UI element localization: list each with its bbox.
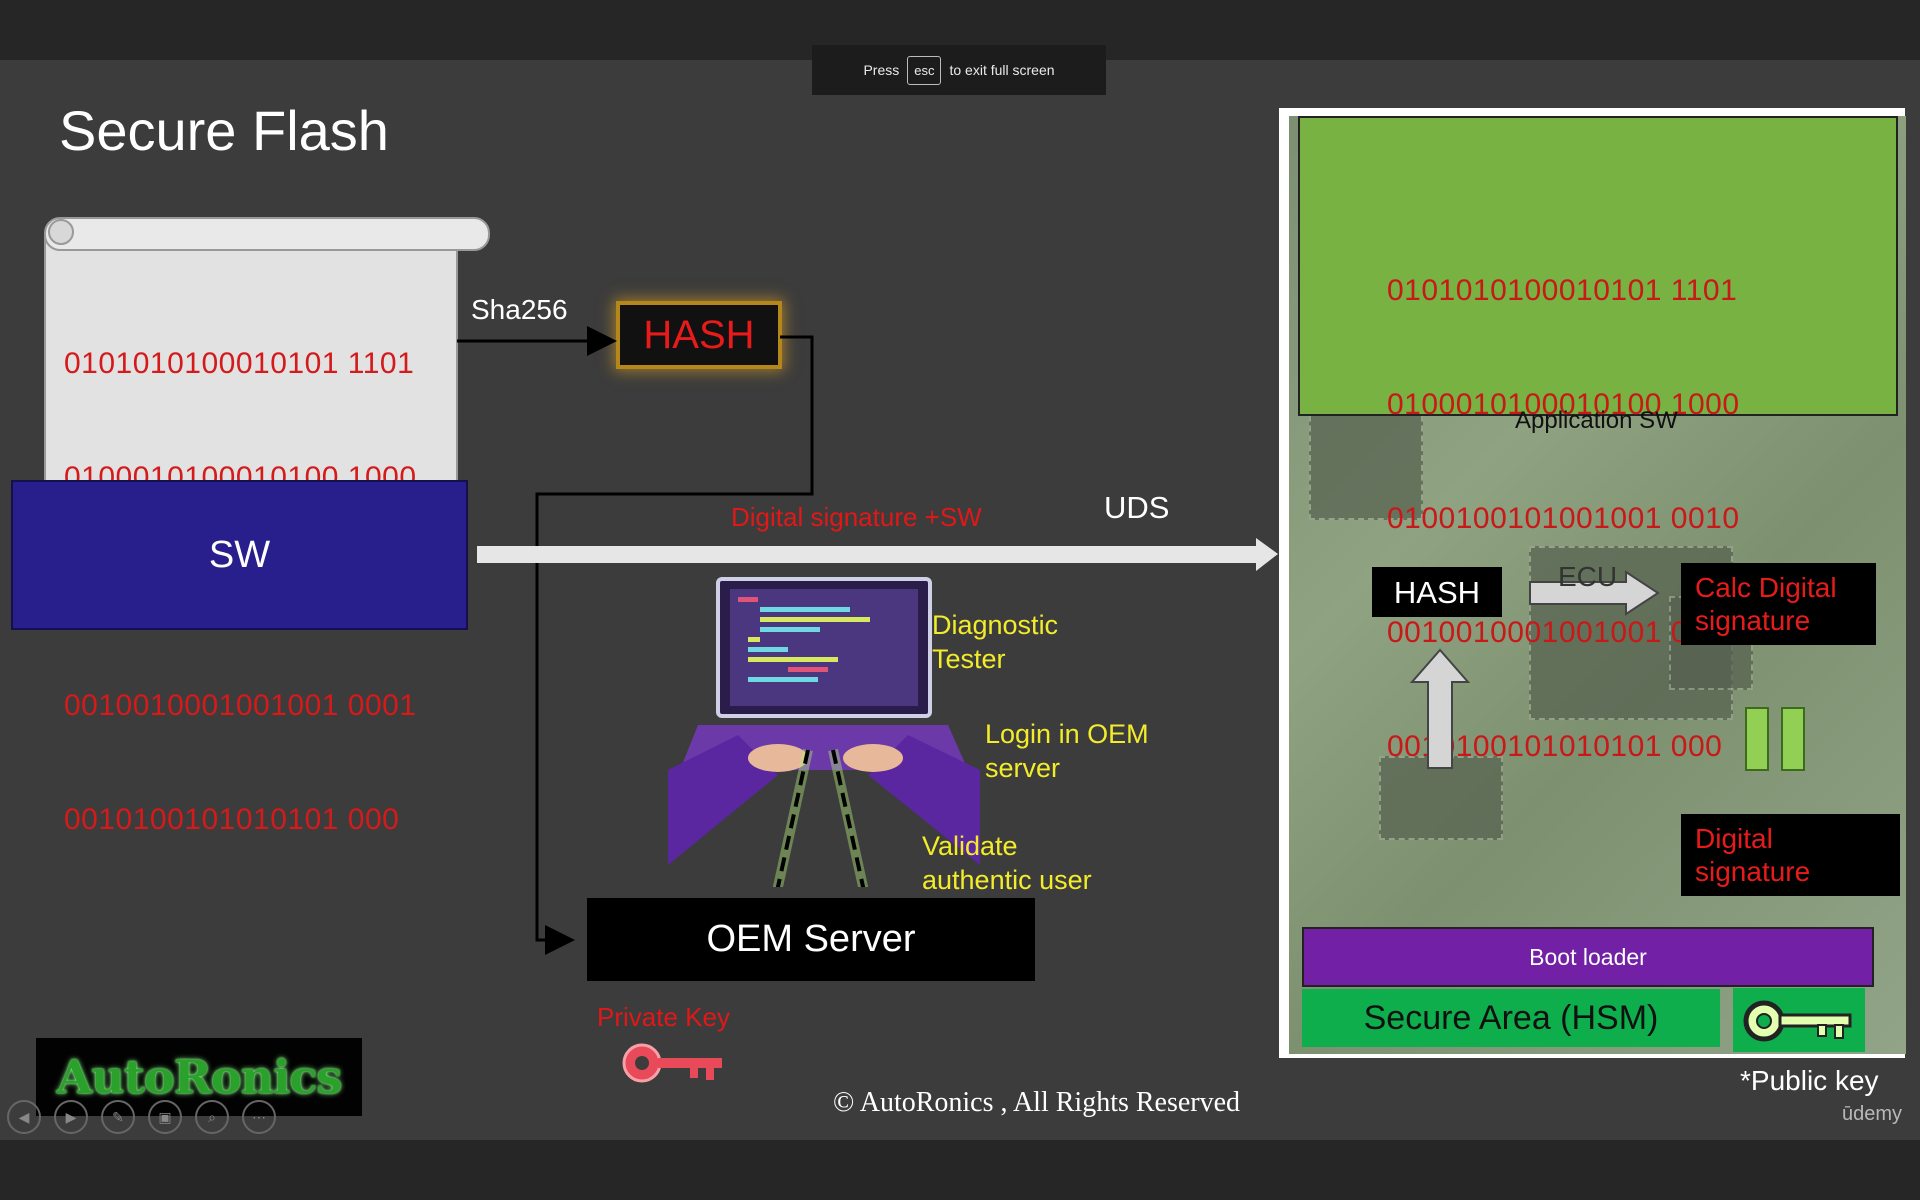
- calc-digital-signature-box: Calc Digital signature: [1681, 563, 1876, 645]
- binary-line: 0100100101001001 0010: [1387, 502, 1740, 535]
- slides-grid-icon[interactable]: ▣: [148, 1100, 182, 1134]
- binary-line: 0101010100010101 1101: [1387, 274, 1738, 307]
- application-sw-label: Application SW: [1515, 407, 1678, 434]
- diagnostic-tester-line: Tester: [932, 644, 1006, 674]
- copyright-text: © AutoRonics , All Rights Reserved: [833, 1087, 1241, 1118]
- validate-user-label: Validate authentic user: [922, 829, 1092, 897]
- zoom-icon[interactable]: ⌕: [195, 1100, 229, 1134]
- login-oem-line: Login in OEM: [985, 719, 1149, 749]
- login-oem-line: server: [985, 753, 1061, 783]
- more-options-icon[interactable]: ⋯: [242, 1100, 276, 1134]
- esc-hint-suffix: to exit full screen: [949, 62, 1055, 78]
- calc-digital-signature-line: signature: [1695, 605, 1811, 636]
- digital-signature-line: signature: [1695, 856, 1811, 887]
- digital-signature-line: Digital: [1695, 823, 1773, 854]
- login-oem-label: Login in OEM server: [985, 717, 1149, 785]
- sw-box: SW: [11, 480, 468, 630]
- viewer-bottom-bar: [0, 1140, 1920, 1200]
- up-arrow-icon: [1409, 648, 1471, 769]
- equals-icon: [1745, 707, 1805, 771]
- fullscreen-hint: Press esc to exit full screen: [812, 45, 1106, 95]
- udemy-watermark: ūdemy: [1842, 1103, 1903, 1125]
- validate-user-line: authentic user: [922, 865, 1092, 895]
- key-icon: [1743, 1000, 1852, 1042]
- public-key-label: *Public key: [1740, 1065, 1879, 1096]
- uds-label: UDS: [1104, 490, 1170, 525]
- previous-slide-icon[interactable]: ◀: [7, 1100, 41, 1134]
- pen-icon[interactable]: ✎: [101, 1100, 135, 1134]
- digital-signature-box: Digital signature: [1681, 814, 1900, 896]
- ecu-hash-box: HASH: [1372, 567, 1502, 617]
- oem-server-box: OEM Server: [587, 898, 1035, 981]
- diagnostic-tester-label: Diagnostic Tester: [932, 608, 1058, 676]
- esc-hint-prefix: Press: [863, 62, 900, 78]
- diagnostic-tester-line: Diagnostic: [932, 610, 1059, 640]
- ecu-arrow-text: ECU: [1558, 561, 1618, 592]
- esc-key: esc: [907, 55, 942, 85]
- boot-loader-block: Boot loader: [1302, 927, 1874, 987]
- private-key-label: Private Key: [597, 1002, 730, 1032]
- next-slide-icon[interactable]: ▶: [54, 1100, 88, 1134]
- secure-area-hsm-block: Secure Area (HSM): [1302, 989, 1720, 1047]
- calc-digital-signature-line: Calc Digital: [1695, 572, 1837, 603]
- slide-canvas: Secure Flash 0101010100010101 1101 01000…: [0, 60, 1920, 1140]
- key-icon: [622, 1043, 722, 1083]
- validate-user-line: Validate: [922, 831, 1018, 861]
- digital-signature-sw-label: Digital signature +SW: [731, 502, 982, 532]
